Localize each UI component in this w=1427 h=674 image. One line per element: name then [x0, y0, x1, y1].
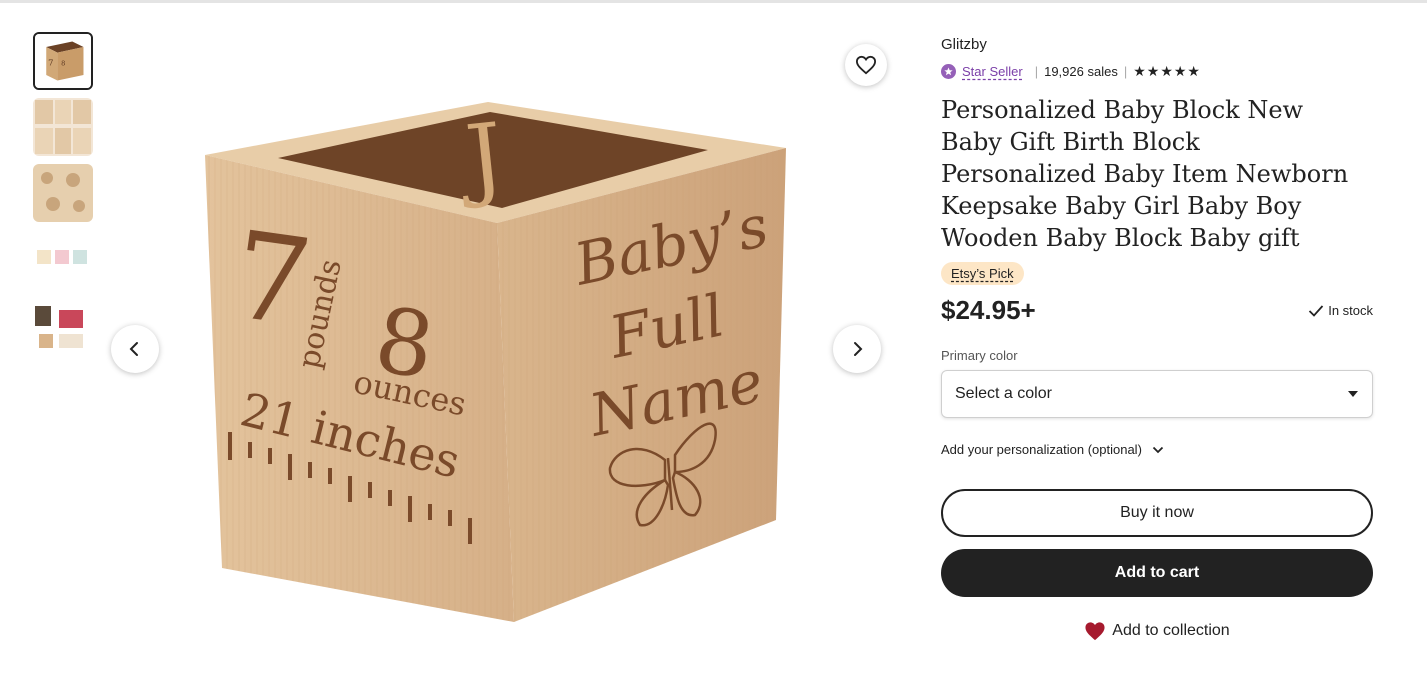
etsys-pick-badge[interactable]: Etsy’s Pick	[941, 262, 1024, 285]
primary-color-select[interactable]: Select a color	[941, 370, 1373, 418]
favorite-button[interactable]	[845, 44, 887, 86]
thumbnail-1-image: 7 8	[35, 34, 91, 88]
listing-info: Glitzby Star Seller | 19,926 sales | ★★★…	[941, 36, 1373, 641]
chevron-down-icon	[1152, 446, 1164, 453]
top-divider	[0, 0, 1427, 3]
chevron-right-icon	[854, 342, 863, 356]
divider: |	[1034, 63, 1039, 79]
buy-it-now-button[interactable]: Buy it now	[941, 489, 1373, 537]
price: $24.95+	[941, 295, 1036, 325]
primary-color-label: Primary color	[941, 348, 1018, 363]
personalization-toggle[interactable]: Add your personalization (optional)	[941, 442, 1373, 457]
thumbnail-1[interactable]: 7 8	[33, 32, 93, 90]
add-to-cart-button[interactable]: Add to cart	[941, 549, 1373, 597]
heart-filled-icon	[1085, 622, 1105, 641]
wooden-baby-block-image: J 7 pounds 8 ounces 21 inches Baby’s Ful…	[205, 102, 786, 622]
stock-status: In stock	[1308, 303, 1373, 318]
sales-count: 19,926 sales	[1044, 63, 1118, 79]
thumbnail-3-image	[33, 164, 93, 222]
checkmark-icon	[1309, 304, 1324, 317]
thumbnail-4[interactable]	[33, 230, 93, 288]
caret-down-icon	[1348, 391, 1358, 397]
thumbnail-2-image	[33, 98, 93, 156]
previous-image-button[interactable]	[111, 325, 159, 373]
select-value: Select a color	[955, 385, 1052, 402]
thumbnail-4-image	[33, 230, 93, 288]
chevron-left-icon	[129, 342, 138, 356]
thumbnail-5[interactable]	[33, 296, 93, 354]
shop-name-link[interactable]: Glitzby	[941, 36, 1373, 53]
heart-outline-icon	[855, 55, 877, 75]
next-image-button[interactable]	[833, 325, 881, 373]
thumbnail-5-image	[33, 296, 93, 354]
divider: |	[1123, 63, 1128, 79]
star-seller-badge-icon	[941, 63, 956, 79]
thumbnail-2[interactable]	[33, 98, 93, 156]
seller-meta: Star Seller | 19,926 sales | ★★★★★	[941, 62, 1373, 80]
price-row: $24.95+ In stock	[941, 295, 1373, 326]
thumbnail-list: 7 8	[33, 32, 94, 362]
personalization-label: Add your personalization (optional)	[941, 442, 1142, 457]
star-seller-link[interactable]: Star Seller	[962, 64, 1023, 79]
svg-text:8: 8	[61, 60, 65, 68]
add-to-collection-button[interactable]: Add to collection	[941, 621, 1373, 641]
thumbnail-3[interactable]	[33, 164, 93, 222]
stock-label: In stock	[1328, 303, 1373, 318]
add-to-collection-label: Add to collection	[1112, 622, 1230, 639]
product-image: J 7 pounds 8 ounces 21 inches Baby’s Ful…	[110, 40, 890, 660]
rating-stars[interactable]: ★★★★★	[1133, 63, 1201, 80]
listing-title: Personalized Baby Block New Baby Gift Bi…	[941, 96, 1349, 252]
svg-text:7: 7	[48, 58, 53, 68]
